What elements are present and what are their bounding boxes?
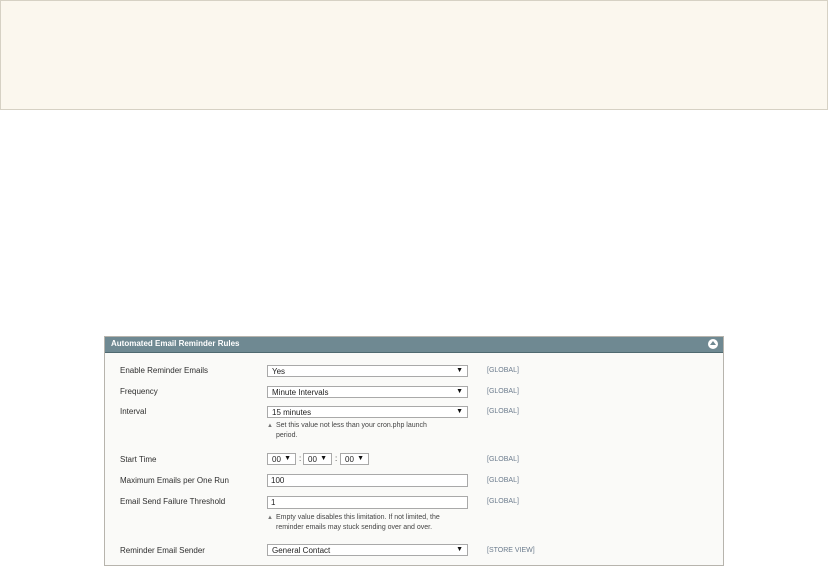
- interval-select[interactable]: 15 minutes ▼: [267, 406, 468, 418]
- notice-banner: [0, 0, 828, 110]
- interval-value: 15 minutes: [272, 408, 312, 417]
- failure-threshold-label: Email Send Failure Threshold: [120, 497, 226, 506]
- chevron-down-icon: ▼: [456, 546, 463, 553]
- frequency-label: Frequency: [120, 387, 158, 396]
- sender-value: General Contact: [272, 546, 331, 555]
- note-triangle-icon: ▲: [267, 515, 273, 521]
- time-separator: :: [299, 454, 302, 463]
- start-minute-value: 00: [308, 455, 317, 464]
- time-separator: :: [335, 454, 338, 463]
- chevron-down-icon: ▼: [357, 455, 364, 462]
- interval-note-line2: period.: [276, 432, 298, 439]
- failure-note-line1: Empty value disables this limitation. If…: [275, 514, 440, 521]
- frequency-value: Minute Intervals: [272, 388, 329, 397]
- frequency-select[interactable]: Minute Intervals ▼: [267, 386, 468, 398]
- failure-threshold-note: ▲ Empty value disables this limitation. I…: [267, 513, 440, 533]
- enable-reminder-select[interactable]: Yes ▼: [267, 365, 468, 377]
- failure-note-line2: reminder emails may stuck sending over a…: [276, 524, 433, 531]
- enable-reminder-scope: [GLOBAL]: [487, 367, 519, 374]
- failure-threshold-input[interactable]: 1: [267, 496, 468, 509]
- interval-scope: [GLOBAL]: [487, 408, 519, 415]
- max-emails-input[interactable]: 100: [267, 474, 468, 487]
- chevron-down-icon: ▼: [320, 455, 327, 462]
- email-reminder-panel: Automated Email Reminder Rules Enable Re…: [104, 336, 724, 566]
- max-emails-scope: [GLOBAL]: [487, 477, 519, 484]
- sender-scope: [STORE VIEW]: [487, 547, 535, 554]
- enable-reminder-label: Enable Reminder Emails: [120, 366, 209, 375]
- failure-threshold-scope: [GLOBAL]: [487, 498, 519, 505]
- frequency-scope: [GLOBAL]: [487, 388, 519, 395]
- interval-note: ▲ Set this value not less than your cron.…: [267, 421, 427, 441]
- start-second-select[interactable]: 00 ▼: [340, 453, 369, 465]
- start-hour-select[interactable]: 00 ▼: [267, 453, 296, 465]
- collapse-up-icon[interactable]: [708, 339, 718, 349]
- start-second-value: 00: [345, 455, 354, 464]
- panel-header[interactable]: Automated Email Reminder Rules: [105, 337, 723, 353]
- start-time-label: Start Time: [120, 455, 157, 464]
- chevron-down-icon: ▼: [284, 455, 291, 462]
- interval-label: Interval: [120, 407, 147, 416]
- chevron-down-icon: ▼: [456, 388, 463, 395]
- start-minute-select[interactable]: 00 ▼: [303, 453, 332, 465]
- panel-title: Automated Email Reminder Rules: [111, 339, 240, 348]
- chevron-down-icon: ▼: [456, 367, 463, 374]
- sender-select[interactable]: General Contact ▼: [267, 544, 468, 556]
- enable-reminder-value: Yes: [272, 367, 286, 376]
- note-triangle-icon: ▲: [267, 423, 273, 429]
- start-hour-value: 00: [272, 455, 281, 464]
- chevron-down-icon: ▼: [456, 408, 463, 415]
- sender-label: Reminder Email Sender: [120, 546, 205, 555]
- interval-note-line1: Set this value not less than your cron.p…: [275, 422, 427, 429]
- max-emails-label: Maximum Emails per One Run: [120, 476, 229, 485]
- start-time-scope: [GLOBAL]: [487, 456, 519, 463]
